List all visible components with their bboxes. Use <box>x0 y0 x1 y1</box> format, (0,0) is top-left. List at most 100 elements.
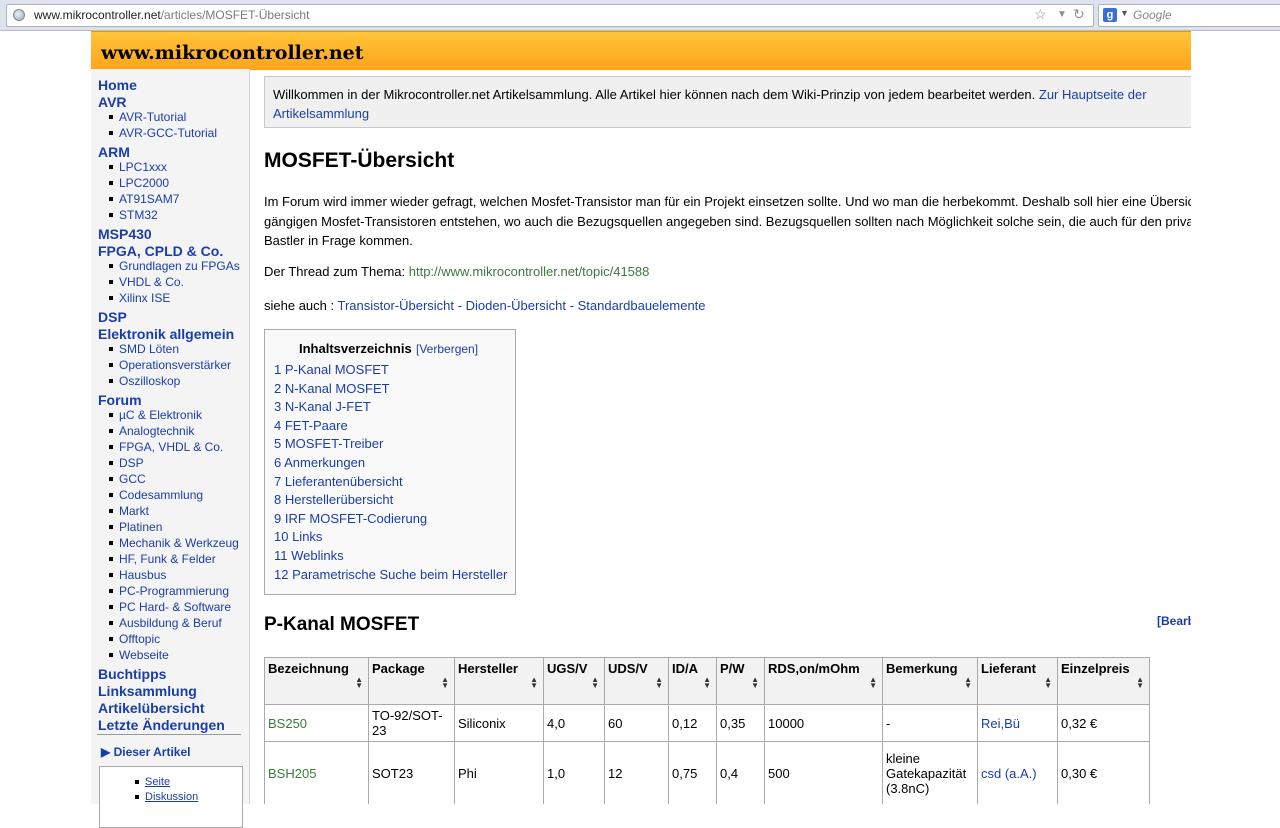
sidebar-section-link[interactable]: AVR <box>98 94 127 110</box>
sidebar-item-link[interactable]: Markt <box>109 504 149 518</box>
column-header[interactable]: P/W ▲ ▼ <box>716 657 765 705</box>
address-bar[interactable]: www.mikrocontroller.net/articles/MOSFET-… <box>6 4 1094 27</box>
sidebar-item-link[interactable]: PC-Programmierung <box>108 584 229 598</box>
sidebar-item-link[interactable]: Oszilloskop <box>108 374 180 388</box>
sidebar-item-link[interactable]: µC & Elektronik <box>109 408 202 422</box>
toc-item[interactable]: 2 N-Kanal MOSFET <box>274 381 390 396</box>
toc-item[interactable]: 11 Weblinks <box>274 548 344 563</box>
toc-item[interactable]: 5 MOSFET-Treiber <box>274 436 383 451</box>
column-header[interactable]: Einzelpreis ▲ ▼ <box>1057 657 1150 705</box>
sidebar-section-link[interactable]: MSP430 <box>98 226 152 242</box>
sidebar-item-link[interactable]: LPC2000 <box>108 176 169 190</box>
see-also-label: siehe auch : <box>264 298 338 313</box>
supplier-link[interactable]: csd (a.A.) <box>981 766 1037 781</box>
article-page-link[interactable]: Seite <box>134 776 170 788</box>
sidebar-item-link[interactable]: FPGA, VHDL & Co. <box>108 440 223 454</box>
diode-overview-link[interactable]: Dioden-Übersicht <box>466 298 566 313</box>
sort-arrows-icon[interactable]: ▲ ▼ <box>869 676 877 690</box>
search-engine-dropdown-icon[interactable]: ▼ <box>1120 8 1129 18</box>
sidebar-item-link[interactable]: AVR-Tutorial <box>108 110 186 124</box>
site-title[interactable]: www.mikrocontroller.net <box>101 42 364 64</box>
sidebar-section-link[interactable]: FPGA, CPLD & Co. <box>98 243 223 259</box>
sidebar-item-link[interactable]: SMD Löten <box>108 342 179 356</box>
sidebar-item-link[interactable]: Operationsverstärker <box>108 358 231 372</box>
supplier-link[interactable]: Rei,Bü <box>981 716 1020 731</box>
sidebar-item-link[interactable]: Ausbildung & Beruf <box>109 616 222 630</box>
sidebar-item-link[interactable]: Codesammlung <box>108 488 203 502</box>
toc-item[interactable]: 9 IRF MOSFET-Codierung <box>274 511 427 526</box>
sidebar-item-link[interactable]: Analogtechnik <box>108 424 194 438</box>
sort-arrows-icon[interactable]: ▲ ▼ <box>591 676 599 690</box>
column-header[interactable]: Bemerkung ▲ ▼ <box>882 657 978 705</box>
column-header[interactable]: Package ▲ ▼ <box>368 657 455 705</box>
sort-arrows-icon[interactable]: ▲ ▼ <box>703 676 711 690</box>
sidebar-item-link[interactable]: Offtopic <box>108 632 160 646</box>
sidebar-item-link[interactable]: DSP <box>109 456 144 470</box>
sidebar-section-link[interactable]: Linksammlung <box>98 683 197 699</box>
transistor-overview-link[interactable]: Transistor-Übersicht <box>337 298 454 313</box>
address-text[interactable]: www.mikrocontroller.net/articles/MOSFET-… <box>34 8 309 22</box>
sidebar-item-link[interactable]: VHDL & Co. <box>109 275 184 289</box>
toc-item[interactable]: 3 N-Kanal J-FET <box>274 399 371 414</box>
table-of-contents: Inhaltsverzeichnis [Verbergen] 1 P-Kanal… <box>264 329 516 595</box>
sidebar-item-link[interactable]: Xilinx ISE <box>108 291 170 305</box>
table-cell: SOT23 <box>368 741 455 804</box>
sidebar-item-link[interactable]: Grundlagen zu FPGAs <box>109 259 240 273</box>
toc-hide-link[interactable]: [Verbergen] <box>416 342 478 356</box>
sidebar-item-link[interactable]: PC Hard- & Software <box>108 600 231 614</box>
sidebar-item-link[interactable]: LPC1xxx <box>108 160 167 174</box>
sort-arrows-icon[interactable]: ▲ ▼ <box>964 676 972 690</box>
sort-arrows-icon[interactable]: ▲ ▼ <box>655 676 663 690</box>
part-link[interactable]: BS250 <box>268 716 307 731</box>
sidebar-item-link[interactable]: Webseite <box>109 648 169 662</box>
toc-item[interactable]: 4 FET-Paare <box>274 418 348 433</box>
part-link[interactable]: BSH205 <box>268 766 316 781</box>
sort-arrows-icon[interactable]: ▲ ▼ <box>530 676 538 690</box>
bookmark-star-icon[interactable]: ☆ <box>1034 6 1047 23</box>
sort-arrows-icon[interactable]: ▲ ▼ <box>355 676 363 690</box>
sidebar-item-link[interactable]: Platinen <box>108 520 162 534</box>
standard-components-link[interactable]: Standardbauelemente <box>578 298 706 313</box>
sidebar-item-link[interactable]: GCC <box>109 472 146 486</box>
thread-link[interactable]: http://www.mikrocontroller.net/topic/415… <box>409 264 650 279</box>
article-discussion-link[interactable]: Diskussion <box>134 791 198 803</box>
column-header[interactable]: UDS/V ▲ ▼ <box>604 657 669 705</box>
column-header[interactable]: Lieferant ▲ ▼ <box>977 657 1058 705</box>
sidebar-item-link[interactable]: HF, Funk & Felder <box>109 552 216 566</box>
sidebar-section-link[interactable]: DSP <box>98 309 127 325</box>
sidebar-item-link[interactable]: AT91SAM7 <box>108 192 179 206</box>
toc-item[interactable]: 12 Parametrische Suche beim Hersteller <box>274 567 507 582</box>
sidebar-item-link[interactable]: Hausbus <box>108 568 166 582</box>
sidebar-section-link[interactable]: Forum <box>98 392 142 408</box>
toc-item[interactable]: 7 Lieferantenübersicht <box>274 474 403 489</box>
search-bar[interactable]: g ▼ Google <box>1098 4 1280 27</box>
sidebar-section-link[interactable]: Home <box>98 77 137 93</box>
column-header[interactable]: RDS,on/mOhm ▲ ▼ <box>764 657 883 705</box>
this-article-toggle[interactable]: ▶ Dieser Artikel <box>101 745 191 759</box>
sort-arrows-icon[interactable]: ▲ ▼ <box>441 676 449 690</box>
toc-item[interactable]: 1 P-Kanal MOSFET <box>274 362 389 377</box>
column-header[interactable]: Bezeichnung ▲ ▼ <box>264 657 369 705</box>
column-header[interactable]: UGS/V ▲ ▼ <box>543 657 605 705</box>
search-input[interactable]: Google <box>1133 8 1172 22</box>
column-header[interactable]: ID/A ▲ ▼ <box>668 657 717 705</box>
sort-arrows-icon[interactable]: ▲ ▼ <box>1136 676 1144 690</box>
reload-icon[interactable]: ↻ <box>1073 6 1085 23</box>
sidebar-item-link[interactable]: Mechanik & Werkzeug <box>109 536 239 550</box>
column-header[interactable]: Hersteller ▲ ▼ <box>454 657 544 705</box>
toc-item[interactable]: 8 Herstellerübersicht <box>274 492 393 507</box>
toc-item[interactable]: 6 Anmerkungen <box>274 455 365 470</box>
sidebar-item-link[interactable]: STM32 <box>109 208 158 222</box>
sidebar-section-link[interactable]: Elektronik allgemein <box>98 326 234 342</box>
sidebar-section-link[interactable]: Artikelübersicht <box>98 700 205 716</box>
sort-arrows-icon[interactable]: ▲ ▼ <box>751 676 759 690</box>
sidebar-section-link[interactable]: ARM <box>98 144 130 160</box>
section-edit-link[interactable]: [Bearbeiten] <box>1157 614 1191 628</box>
sidebar-section-link[interactable]: Letzte Änderungen <box>98 717 225 733</box>
dropdown-arrow-icon[interactable]: ▼ <box>1057 9 1067 20</box>
sort-arrows-icon[interactable]: ▲ ▼ <box>1044 676 1052 690</box>
google-icon[interactable]: g <box>1103 8 1117 22</box>
sidebar-item-link[interactable]: AVR-GCC-Tutorial <box>108 126 217 140</box>
toc-item[interactable]: 10 Links <box>274 529 322 544</box>
sidebar-section-link[interactable]: Buchtipps <box>98 666 166 682</box>
